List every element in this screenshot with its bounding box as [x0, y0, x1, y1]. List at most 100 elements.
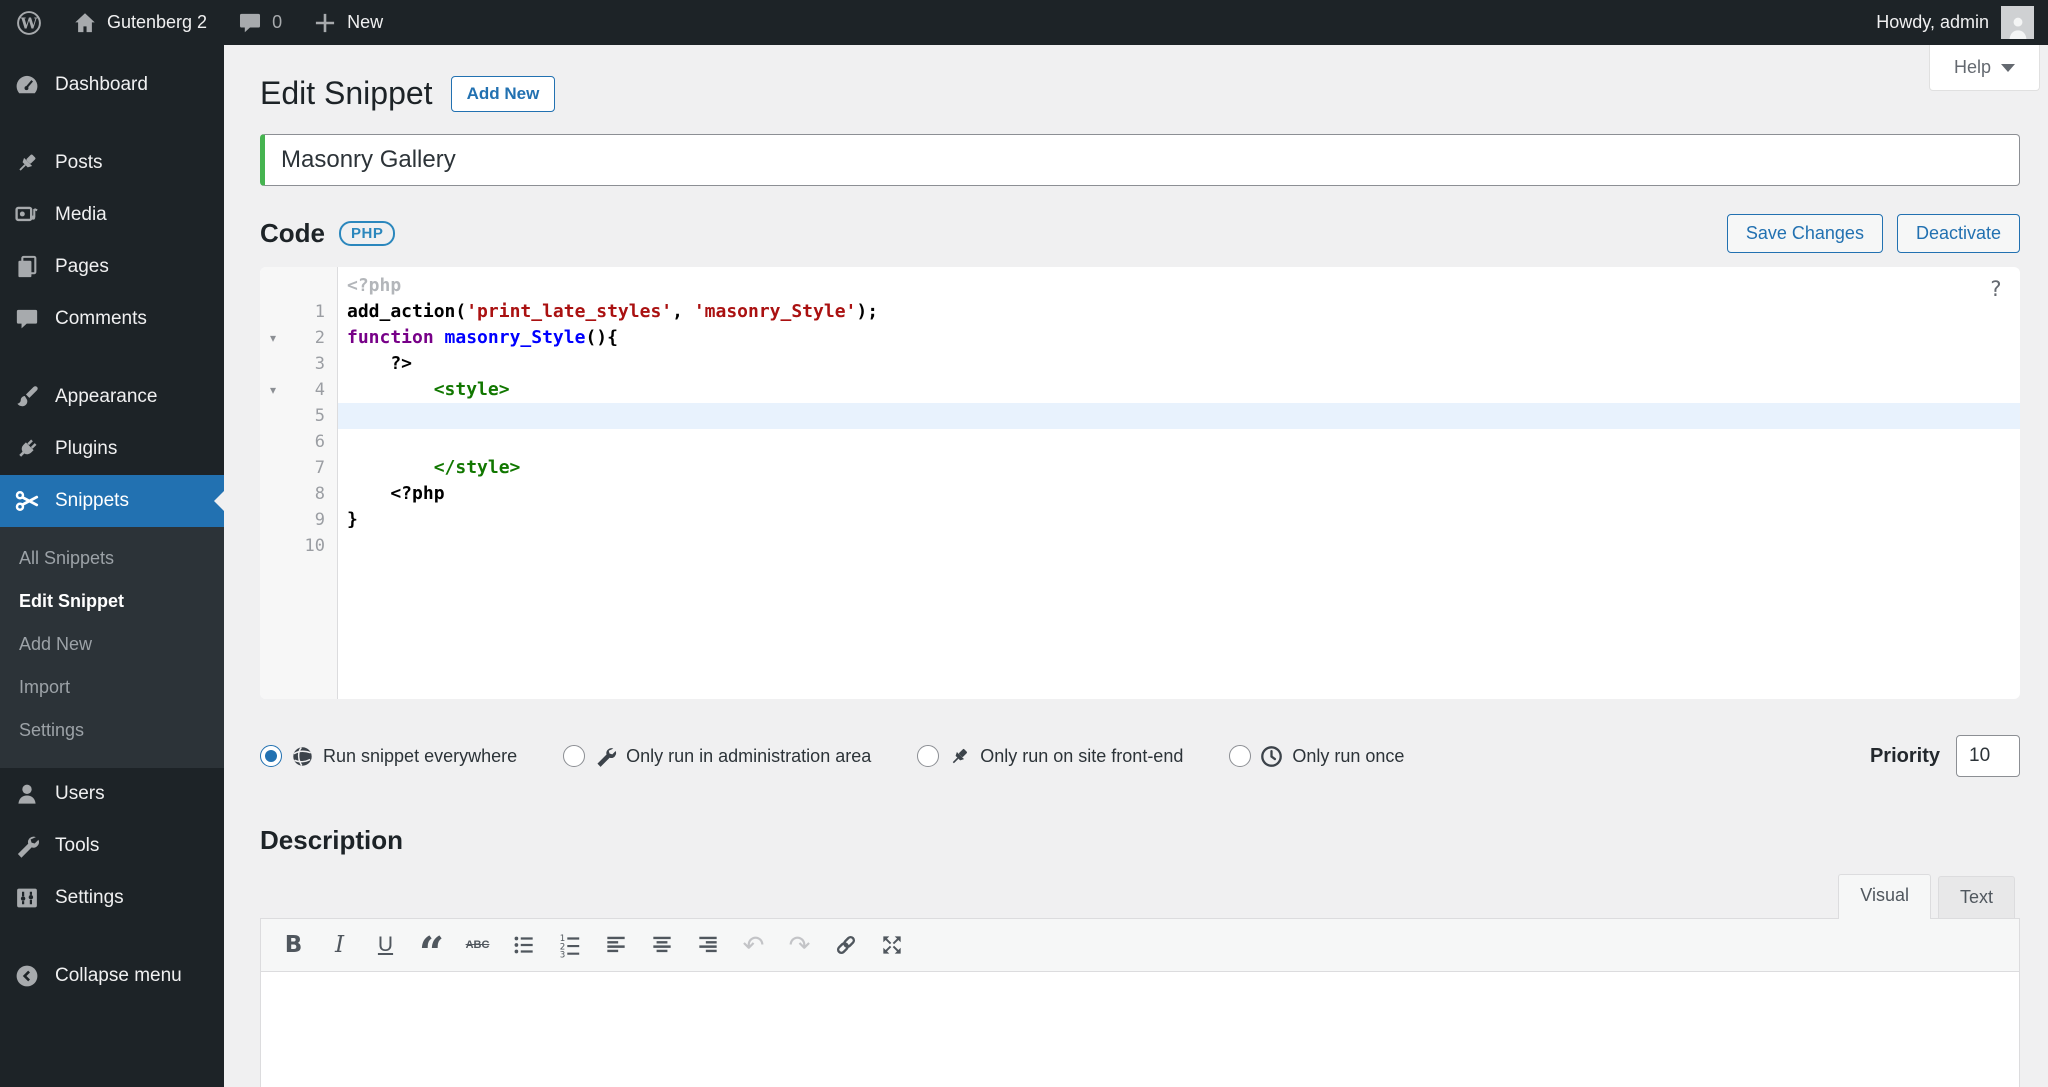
- fold-arrow-icon[interactable]: ▾: [270, 377, 276, 403]
- radio-run-snippet-everywhere[interactable]: [260, 745, 282, 767]
- clock-icon: [1260, 745, 1283, 768]
- comments-shortcut[interactable]: 0: [237, 10, 282, 36]
- sidebar-item-collapse-menu[interactable]: Collapse menu: [0, 950, 224, 1002]
- align-right-button[interactable]: [687, 925, 728, 966]
- settings-icon: [14, 885, 40, 911]
- avatar[interactable]: [2001, 6, 2034, 39]
- code-line-9[interactable]: 9}: [260, 507, 2020, 533]
- sidebar-item-tools[interactable]: Tools: [0, 820, 224, 872]
- bold-button[interactable]: B: [273, 925, 314, 966]
- howdy-text[interactable]: Howdy, admin: [1876, 12, 1989, 33]
- fold-arrow-icon[interactable]: ▾: [270, 325, 276, 351]
- svg-text:W: W: [20, 14, 38, 32]
- code-line-text: function masonry_Style(){: [347, 327, 618, 348]
- italic-button[interactable]: I: [319, 925, 360, 966]
- blockquote-button[interactable]: “: [411, 925, 452, 979]
- redo-button[interactable]: ↷: [779, 925, 820, 966]
- code-line-1[interactable]: 1 add_action('print_late_styles', 'masonr…: [260, 299, 2020, 325]
- site-link[interactable]: Gutenberg 2: [72, 10, 207, 36]
- align-left-button[interactable]: [595, 925, 636, 966]
- snippets-submenu-all-snippets[interactable]: All Snippets: [0, 537, 224, 580]
- phantom-php-tag: <?php: [347, 275, 402, 296]
- sidebar-item-label: Settings: [55, 887, 124, 908]
- priority-input[interactable]: [1956, 735, 2020, 777]
- sidebar-item-label: Dashboard: [55, 74, 148, 95]
- snippets-submenu-add-new[interactable]: Add New: [0, 623, 224, 666]
- priority-field: Priority: [1870, 735, 2020, 777]
- description-editor-body[interactable]: [261, 972, 2019, 1087]
- sidebar-item-appearance[interactable]: Appearance: [0, 371, 224, 423]
- sidebar-item-comments[interactable]: Comments: [0, 293, 224, 345]
- sidebar-item-media[interactable]: Media: [0, 189, 224, 241]
- code-line-3[interactable]: 3 ?>: [260, 351, 2020, 377]
- code-line-10[interactable]: 10: [260, 533, 2020, 559]
- code-line-4[interactable]: ▾ 4 <style>: [260, 377, 2020, 403]
- undo-icon: ↶: [742, 930, 765, 960]
- code-line-5[interactable]: 5: [260, 403, 2020, 429]
- sidebar-item-dashboard[interactable]: Dashboard: [0, 59, 224, 111]
- new-content-menu[interactable]: New: [312, 10, 383, 36]
- strikethrough-button[interactable]: ABC: [457, 925, 498, 966]
- sidebar-item-pages[interactable]: Pages: [0, 241, 224, 293]
- editor-help-icon[interactable]: ?: [1989, 277, 2002, 301]
- code-line-8[interactable]: 8 <?php: [260, 481, 2020, 507]
- wordpress-menu[interactable]: W: [16, 10, 42, 36]
- sidebar-item-plugins[interactable]: Plugins: [0, 423, 224, 475]
- scope-option-only-run-on-site-front-end[interactable]: Only run on site front-end: [917, 745, 1183, 768]
- code-line-6[interactable]: 6: [260, 429, 2020, 455]
- deactivate-button[interactable]: Deactivate: [1896, 214, 2020, 253]
- plus-icon: [312, 10, 338, 36]
- code-editor[interactable]: <?php 1 add_action('print_late_styles', 'm…: [260, 267, 2020, 699]
- sidebar-item-posts[interactable]: Posts: [0, 137, 224, 189]
- comments-icon: [14, 306, 40, 332]
- align-center-button[interactable]: [641, 925, 682, 966]
- line-number: 10: [260, 533, 338, 559]
- pin-icon: [948, 745, 971, 768]
- radio-only-run-in-administration-area[interactable]: [563, 745, 586, 767]
- admin-menu: Dashboard Posts Media Pages Comments Appearan…: [0, 59, 224, 1002]
- sidebar-item-settings[interactable]: Settings: [0, 872, 224, 924]
- scope-option-only-run-in-administration-area[interactable]: Only run in administration area: [563, 745, 871, 768]
- bullet-list-button[interactable]: [503, 925, 544, 966]
- code-line-7[interactable]: 7 </style>: [260, 455, 2020, 481]
- add-new-button[interactable]: Add New: [450, 75, 556, 112]
- save-changes-button[interactable]: Save Changes: [1726, 214, 1883, 253]
- snippet-title-input[interactable]: [260, 134, 2020, 186]
- sidebar-item-snippets[interactable]: Snippets: [0, 475, 224, 527]
- scope-option-run-snippet-everywhere[interactable]: Run snippet everywhere: [260, 745, 517, 768]
- radio-only-run-once[interactable]: [1229, 745, 1252, 767]
- sidebar-item-label: Posts: [55, 152, 103, 173]
- align-right-icon: [695, 932, 721, 958]
- scope-option-label: Only run once: [1292, 745, 1405, 766]
- description-editor: B I U “ ABC 1 2 3 ↶ ↷: [260, 918, 2020, 1087]
- collapse-icon: [14, 963, 40, 989]
- fullscreen-button[interactable]: [871, 925, 912, 966]
- code-lines: <?php 1 add_action('print_late_styles', 'm…: [260, 273, 2020, 559]
- sidebar-item-users[interactable]: Users: [0, 768, 224, 820]
- bullet-list-icon: [511, 932, 537, 958]
- blockquote-icon: “: [418, 928, 445, 979]
- radio-only-run-on-site-front-end[interactable]: [917, 745, 940, 767]
- sidebar-item-label: Users: [55, 783, 105, 804]
- tab-visual[interactable]: Visual: [1838, 874, 1931, 919]
- snippets-submenu-edit-snippet[interactable]: Edit Snippet: [0, 580, 224, 623]
- help-tab[interactable]: Help: [1928, 45, 2040, 91]
- priority-label: Priority: [1869, 744, 1940, 767]
- tab-text[interactable]: Text: [1937, 876, 2015, 918]
- underline-button[interactable]: U: [365, 925, 406, 966]
- snippets-submenu-settings[interactable]: Settings: [0, 709, 224, 752]
- line-number: 7: [260, 455, 338, 481]
- align-left-icon: [603, 932, 629, 958]
- scope-option-only-run-once[interactable]: Only run once: [1229, 745, 1404, 768]
- link-button[interactable]: [825, 925, 866, 966]
- dashboard-icon: [14, 72, 40, 98]
- admin-bar: W Gutenberg 2 0 New Howdy, admin: [0, 0, 2048, 45]
- line-number: 3: [260, 351, 338, 377]
- wrench-icon: [594, 745, 617, 768]
- code-line-2[interactable]: ▾ 2 function masonry_Style(){: [260, 325, 2020, 351]
- numbered-list-button[interactable]: 123: [549, 925, 590, 966]
- undo-button[interactable]: ↶: [733, 925, 774, 966]
- snippets-submenu-import[interactable]: Import: [0, 666, 224, 709]
- code-line-text: ?>: [347, 353, 413, 374]
